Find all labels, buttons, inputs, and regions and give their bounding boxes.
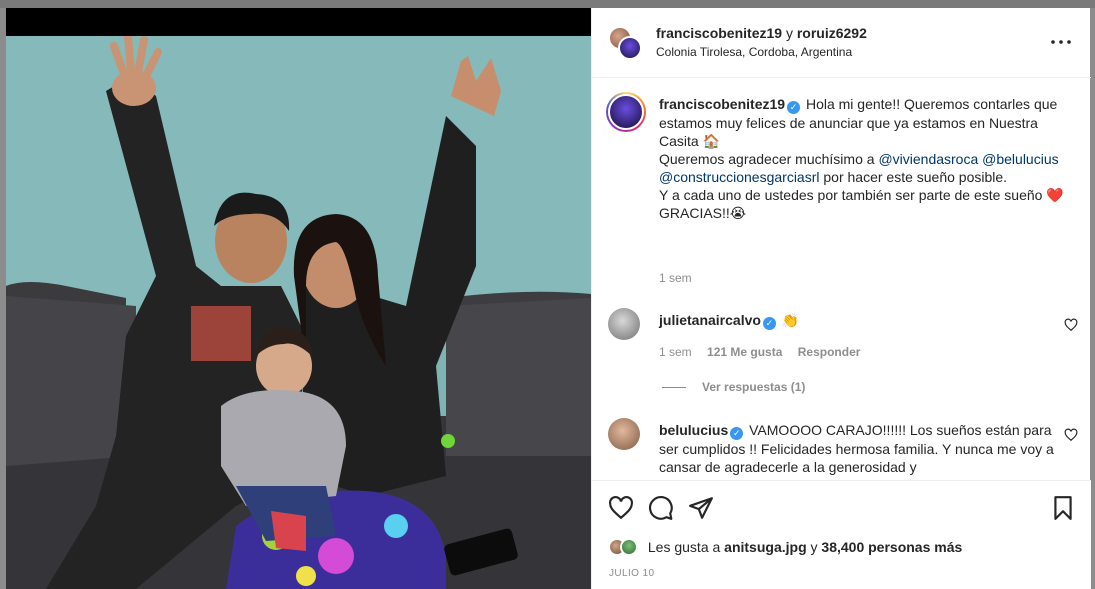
comment-body: 👏 [781,312,800,328]
author-joiner: y [785,25,793,41]
caption-username[interactable]: franciscobenitez19 [659,96,785,112]
comments-list[interactable]: franciscobenitez19 ✓ Hola mi gente!! Quer… [592,78,1091,480]
photo-scene [6,36,591,589]
author-username[interactable]: roruiz6292 [797,25,867,41]
verified-icon: ✓ [730,427,744,440]
likes-count-link[interactable]: 38,400 personas más [821,539,962,555]
post-location[interactable]: Colonia Tirolesa, Cordoba, Argentina [656,45,852,59]
mention-link[interactable]: @belulucius [982,151,1058,167]
comment-icon[interactable] [648,495,674,521]
caption-text: franciscobenitez19 ✓ Hola mi gente!! Quer… [659,95,1069,222]
backdrop-strip [0,0,1095,8]
post-header: franciscobenitez19 y roruiz6292 Colonia … [592,8,1091,78]
save-icon[interactable] [1050,495,1076,521]
avatar[interactable] [608,308,640,340]
mention-link[interactable]: @construccionesgarciasrl [659,169,820,185]
avatar [620,538,638,557]
caption-line: Queremos agradecer muchísimo a [659,151,879,167]
post-detail-panel: franciscobenitez19 y roruiz6292 Colonia … [591,8,1091,589]
caption-line: por hacer este sueño posible. [819,169,1008,185]
avatar[interactable] [606,92,646,132]
verified-icon: ✓ [762,317,776,330]
avatar[interactable] [608,418,640,450]
comment-username[interactable]: julietanaircalvo [659,312,761,328]
heart-icon[interactable] [608,495,634,521]
mention-link[interactable]: @viviendasroca [878,151,978,167]
share-icon[interactable] [688,495,714,521]
more-icon[interactable] [1049,32,1073,52]
heart-icon[interactable] [1064,318,1078,332]
view-replies-button[interactable]: Ver respuestas (1) [662,380,805,394]
reply-button[interactable]: Responder [798,345,861,359]
replies-divider [662,387,686,389]
comment-username[interactable]: belulucius [659,422,728,438]
likes-user-link[interactable]: anitsuga.jpg [724,539,806,555]
post-authors: franciscobenitez19 y roruiz6292 [656,25,867,41]
comment-likes[interactable]: 121 Me gusta [707,345,782,359]
post-date[interactable]: JULIO 10 [609,568,654,579]
author-username[interactable]: franciscobenitez19 [656,25,782,41]
comment-timestamp[interactable]: 1 sem [659,345,692,359]
collab-avatars[interactable] [608,26,642,60]
likes-summary: Les gusta a anitsuga.jpg y 38,400 person… [608,538,962,560]
comment-text: julietanaircalvo ✓ 👏 [659,311,1059,330]
caption-line: GRACIAS!!😭 [659,205,747,221]
caption-line: Y a cada uno de ustedes por también ser … [659,187,1064,203]
verified-icon: ✓ [787,101,801,114]
view-replies-label: Ver respuestas (1) [702,380,806,394]
likes-prefix: Les gusta a [647,539,721,556]
comment-meta: 1 sem 121 Me gusta Responder [659,345,872,359]
caption-timestamp[interactable]: 1 sem [659,271,692,285]
comment-text: belulucius ✓ VAMOOOO CARAJO!!!!!! Los sue… [659,421,1059,476]
likes-joiner: y [810,539,818,556]
heart-icon[interactable] [1064,428,1078,442]
action-bar: Les gusta a anitsuga.jpg y 38,400 person… [592,480,1091,589]
avatar [618,36,642,60]
post-photo[interactable] [6,8,591,589]
